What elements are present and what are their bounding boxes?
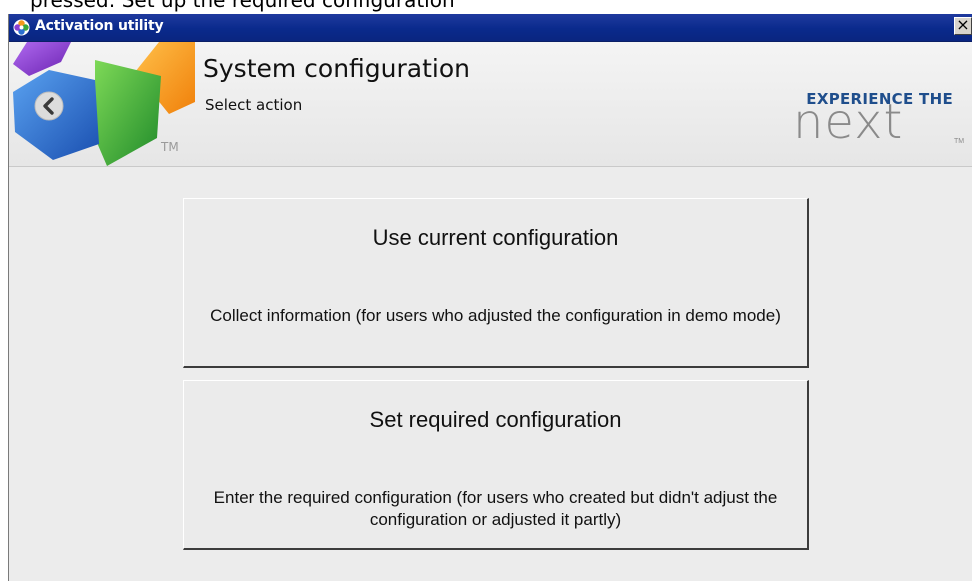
back-arrow-icon[interactable] [35, 92, 63, 120]
close-icon: × [956, 15, 970, 34]
document-caption-text: pressed: Set up the required configurati… [30, 0, 455, 12]
action-title: Set required configuration [369, 407, 622, 432]
action-description: Enter the required configuration (for us… [213, 488, 778, 529]
use-current-configuration-button[interactable]: Use current configuration Collect inform… [183, 198, 809, 368]
action-description: Collect information (for users who adjus… [210, 306, 781, 325]
page-subtitle: Select action [205, 96, 303, 114]
colorful-flower-icon [13, 19, 30, 36]
set-required-configuration-button[interactable]: Set required configuration Enter the req… [183, 380, 809, 550]
close-button[interactable]: × [954, 17, 972, 35]
brand-logo-next: next [793, 94, 904, 150]
header-banner: TM System configuration Select action EX… [9, 42, 972, 167]
action-title: Use current configuration [372, 225, 619, 250]
document-caption: pressed: Set up the required configurati… [0, 0, 972, 14]
title-bar[interactable]: Activation utility × [9, 14, 972, 42]
brand-tm-mark: TM [954, 138, 965, 145]
logo-tm-mark: TM [161, 140, 179, 154]
window-title: Activation utility [35, 18, 164, 34]
page-title: System configuration [203, 54, 471, 83]
activation-utility-window: Activation utility × TM System configura… [8, 14, 972, 581]
